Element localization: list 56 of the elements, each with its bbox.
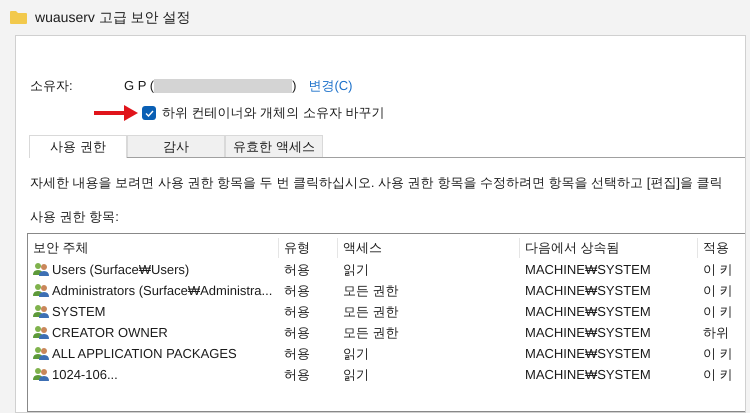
users-icon <box>33 283 50 298</box>
table-cell-text: MACHINE₩SYSTEM <box>525 366 651 384</box>
owner-label: 소유자: <box>30 77 74 96</box>
tab[interactable]: 감사 <box>127 135 225 157</box>
table-cell-text: MACHINE₩SYSTEM <box>525 302 651 321</box>
table-cell-text: Users (Surface₩Users) <box>52 260 190 279</box>
column-header[interactable]: 액세스 <box>338 238 520 258</box>
folder-icon <box>10 11 27 24</box>
table-cell-text: 모든 권한 <box>343 324 399 342</box>
description-text: 자세한 내용을 보려면 사용 권한 항목을 두 번 클릭하십시오. 사용 권한 항목을 수정하려면 항목을 선택하고 [편집]을 클릭 <box>30 174 724 192</box>
window-title: wuauserv 고급 보안 설정 <box>35 8 191 27</box>
table-cell-text: 모든 권한 <box>343 282 399 300</box>
column-header[interactable]: 보안 주체 <box>28 238 279 258</box>
table-cell-text: SYSTEM <box>52 302 106 321</box>
table-cell-text: 허용 <box>284 324 310 342</box>
users-icon <box>33 367 50 382</box>
table-cell-text: 허용 <box>284 260 310 279</box>
table-cell-text: 이 키 <box>703 344 733 363</box>
owner-name: G P ( <box>124 77 154 96</box>
tab[interactable]: 사용 권한 <box>29 135 127 158</box>
table-cell-text: MACHINE₩SYSTEM <box>525 344 651 363</box>
table-cell-text: CREATOR OWNER <box>52 324 168 342</box>
table-cell-text: ALL APPLICATION PACKAGES <box>52 344 237 363</box>
table-cell-text: 이 키 <box>703 260 733 279</box>
users-icon <box>33 325 50 340</box>
table-cell-text: 허용 <box>284 344 310 363</box>
column-header[interactable]: 유형 <box>279 238 338 258</box>
users-icon <box>33 304 50 319</box>
table-cell-text: MACHINE₩SYSTEM <box>525 260 651 279</box>
table-cell-text: MACHINE₩SYSTEM <box>525 282 651 300</box>
table-cell-text: 이 키 <box>703 282 733 300</box>
column-header[interactable]: 다음에서 상속됨 <box>520 238 698 258</box>
table-cell-text: 읽기 <box>343 366 369 384</box>
table-cell-text: 1024-106... <box>52 366 118 384</box>
table-cell-text: 읽기 <box>343 344 369 363</box>
table-cell-text: 이 키 <box>703 302 733 321</box>
owner-name-end: ) <box>292 77 296 96</box>
table-cell-text: 하위 <box>703 324 729 342</box>
column-header[interactable]: 적용 <box>698 238 745 258</box>
table-cell-text: 모든 권한 <box>343 302 399 321</box>
replace-owner-checkbox[interactable] <box>142 106 156 120</box>
arrow-icon <box>94 105 138 121</box>
entries-label: 사용 권한 항목: <box>30 208 120 226</box>
table-cell-text: 읽기 <box>343 260 369 279</box>
table-cell-text: 이 키 <box>703 366 733 384</box>
check-icon <box>144 110 154 116</box>
table-cell-text: 허용 <box>284 366 310 384</box>
change-link[interactable]: 변경(C) <box>308 76 352 96</box>
table-cell-text: 허용 <box>284 282 310 300</box>
users-icon <box>33 346 50 361</box>
table-cell-text: MACHINE₩SYSTEM <box>525 324 651 342</box>
users-icon <box>33 262 50 277</box>
replace-owner-label: 하위 컨테이너와 개체의 소유자 바꾸기 <box>162 104 384 122</box>
tab[interactable]: 유효한 액세스 <box>225 135 323 157</box>
table-cell-text: 허용 <box>284 302 310 321</box>
table-cell-text: Administrators (Surface₩Administra... <box>52 282 272 300</box>
